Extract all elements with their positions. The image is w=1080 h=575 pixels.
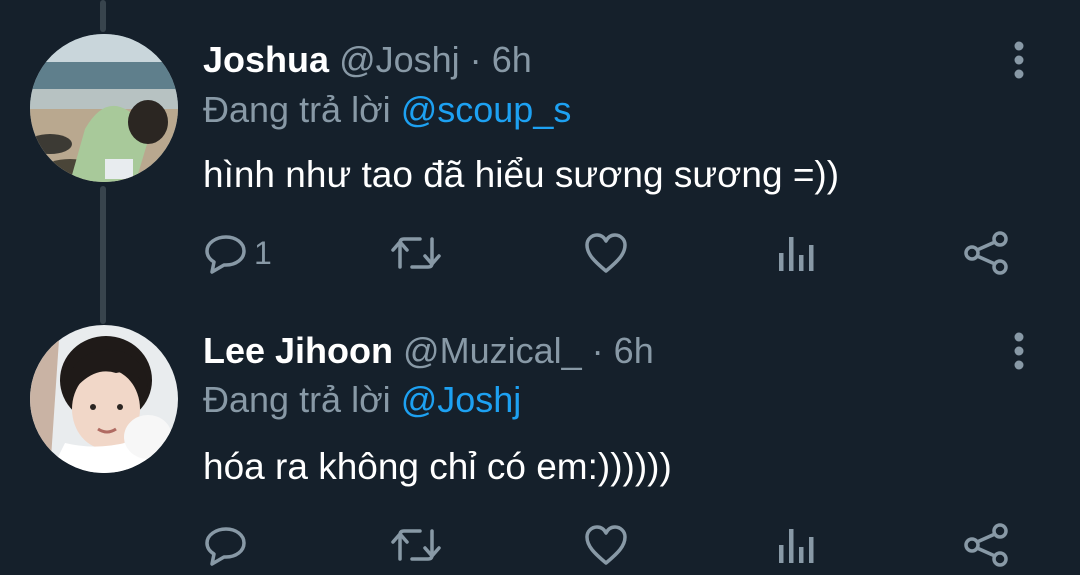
tweet-header: Lee Jihoon @Muzical_ · 6h <box>203 329 654 373</box>
share-icon <box>964 523 1008 567</box>
heart-icon <box>585 525 627 565</box>
separator: · <box>591 330 604 371</box>
share-button[interactable] <box>964 520 1010 570</box>
display-name[interactable]: Joshua <box>203 39 329 80</box>
more-vertical-icon[interactable] <box>1004 331 1034 371</box>
tweet-text: hình như tao đã hiểu sương sương =)) <box>203 154 840 195</box>
avatar[interactable] <box>30 34 178 182</box>
analytics-icon <box>779 529 814 563</box>
heart-icon <box>585 233 627 273</box>
display-name[interactable]: Lee Jihoon <box>203 330 393 371</box>
tweet-text: hóa ra không chỉ có em:)))))) <box>203 446 672 487</box>
mention-link[interactable]: @scoup_s <box>401 89 572 130</box>
separator: · <box>469 39 482 80</box>
tweet[interactable]: Joshua @Joshj · 6h Đang trả lời @scoup_s… <box>0 0 1080 300</box>
retweet-icon <box>391 237 441 269</box>
replying-to: Đang trả lời @Joshj <box>203 378 521 422</box>
avatar[interactable] <box>30 325 178 473</box>
tweet[interactable]: Lee Jihoon @Muzical_ · 6h Đang trả lời @… <box>0 300 1080 575</box>
tweet-actions <box>0 520 1080 570</box>
share-button[interactable] <box>964 228 1010 278</box>
share-icon <box>964 231 1008 275</box>
reply-icon <box>205 235 246 274</box>
reply-button[interactable]: 1 <box>204 228 272 278</box>
retweet-icon <box>391 529 441 561</box>
reply-button[interactable] <box>204 520 254 570</box>
retweet-button[interactable] <box>390 228 442 278</box>
timestamp[interactable]: 6h <box>614 330 654 371</box>
user-handle[interactable]: @Muzical_ <box>403 330 582 371</box>
user-handle[interactable]: @Joshj <box>339 39 460 80</box>
more-vertical-icon[interactable] <box>1004 40 1034 80</box>
retweet-button[interactable] <box>390 520 442 570</box>
reply-icon <box>205 527 246 566</box>
replying-to-label: Đang trả lời <box>203 379 391 420</box>
analytics-button[interactable] <box>776 520 816 570</box>
reply-count: 1 <box>254 234 272 271</box>
replying-to: Đang trả lời @scoup_s <box>203 88 571 132</box>
like-button[interactable] <box>584 520 628 570</box>
mention-link[interactable]: @Joshj <box>401 379 522 420</box>
tweet-header: Joshua @Joshj · 6h <box>203 38 532 82</box>
tweet-actions: 1 <box>0 228 1080 278</box>
like-button[interactable] <box>584 228 628 278</box>
replying-to-label: Đang trả lời <box>203 89 391 130</box>
timestamp[interactable]: 6h <box>492 39 532 80</box>
analytics-icon <box>779 237 814 271</box>
analytics-button[interactable] <box>776 228 816 278</box>
